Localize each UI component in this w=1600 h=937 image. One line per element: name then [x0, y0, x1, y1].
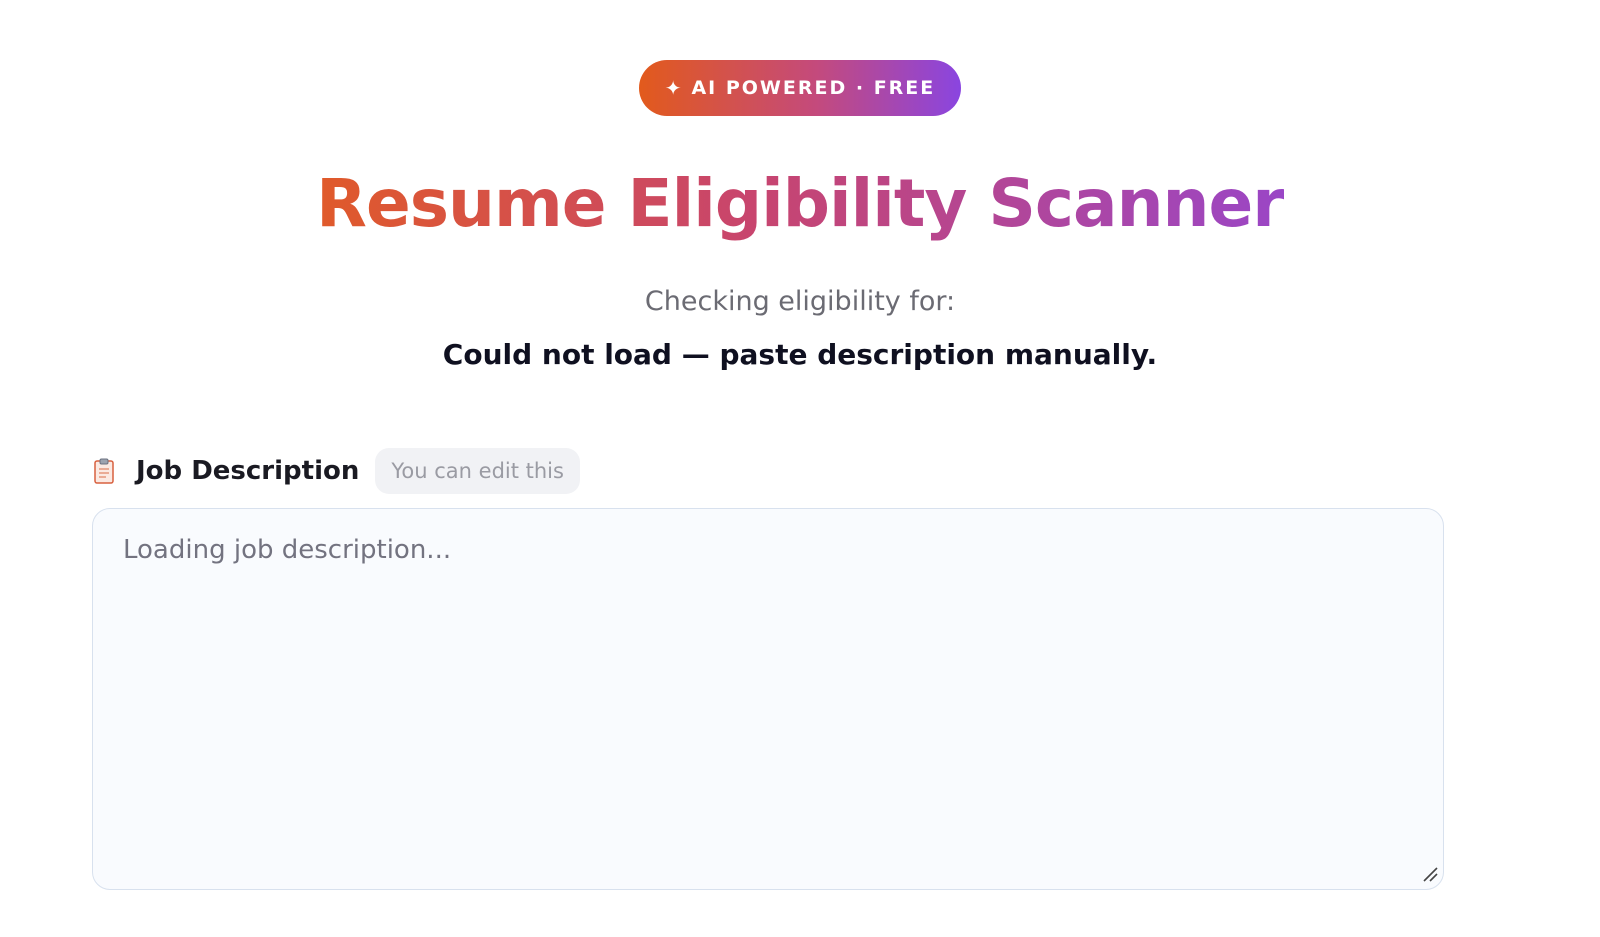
badge-label: AI POWERED · FREE — [691, 77, 936, 99]
job-description-header: Job Description You can edit this — [94, 448, 580, 494]
page-subtitle: Checking eligibility for: — [644, 286, 956, 317]
page-title: Resume Eligibility Scanner — [316, 160, 1285, 248]
target-job-status: Could not load — paste description manua… — [442, 338, 1158, 371]
page: ✦ AI POWERED · FREE Resume Eligibility S… — [0, 0, 1600, 937]
edit-hint-chip: You can edit this — [375, 448, 580, 494]
page-title-container: Resume Eligibility Scanner — [0, 160, 1600, 248]
sparkle-icon: ✦ — [664, 76, 682, 100]
badge-container: ✦ AI POWERED · FREE — [0, 60, 1600, 116]
resize-handle-icon[interactable] — [1422, 866, 1438, 882]
clipboard-icon — [94, 458, 114, 484]
job-description-label: Job Description — [136, 456, 360, 486]
ai-powered-badge: ✦ AI POWERED · FREE — [639, 60, 961, 116]
job-description-textarea[interactable] — [92, 508, 1444, 890]
